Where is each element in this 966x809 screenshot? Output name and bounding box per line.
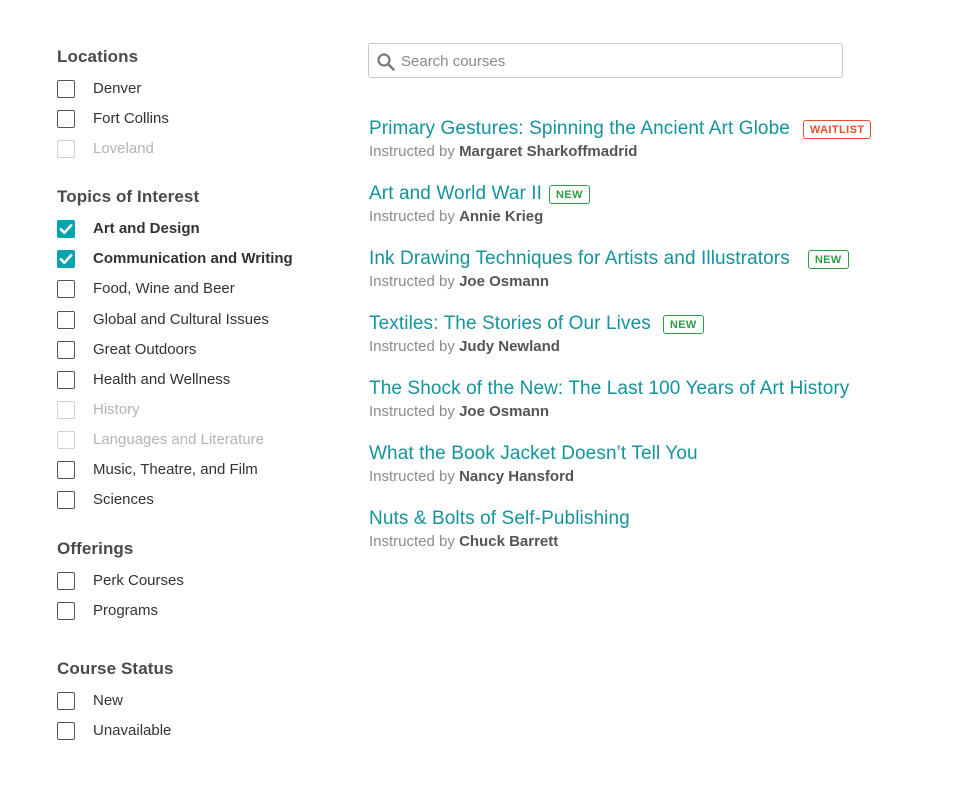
checkmark-icon [59,253,73,265]
instructed-by-label: Instructed by [369,533,455,550]
instructed-by-label: Instructed by [369,143,455,160]
instructed-by-label: Instructed by [369,403,455,420]
new-badge: NEW [807,249,849,269]
course-title-link[interactable]: Nuts & Bolts of Self-Publishing [369,508,630,530]
filter-topic-music-theatre-film[interactable]: Music, Theatre, and Film [57,459,258,481]
course-title-link[interactable]: The Shock of the New: The Last 100 Years… [369,378,849,400]
checkbox[interactable] [57,110,75,128]
checkbox-label: Global and Cultural Issues [93,311,269,328]
filter-topic-history[interactable]: History [57,399,140,421]
checkbox[interactable] [57,80,75,98]
course-item: What the Book Jacket Doesn’t Tell You In… [369,441,949,485]
filter-topic-languages-literature[interactable]: Languages and Literature [57,429,264,451]
locations-heading: Locations [57,47,139,66]
course-instructor: Instructed by Joe Osmann [369,403,949,420]
instructed-by-label: Instructed by [369,273,455,290]
checkbox[interactable] [57,250,75,268]
checkbox[interactable] [57,602,75,620]
course-item: Primary Gestures: Spinning the Ancient A… [369,116,949,160]
course-item: Ink Drawing Techniques for Artists and I… [369,246,949,290]
checkbox[interactable] [57,280,75,298]
course-title-link[interactable]: Ink Drawing Techniques for Artists and I… [369,248,790,270]
filter-offering-programs[interactable]: Programs [57,600,158,622]
instructor-name: Margaret Sharkoffmadrid [459,143,638,160]
course-instructor: Instructed by Chuck Barrett [369,533,949,550]
checkbox-label: Denver [93,80,142,97]
checkbox[interactable] [57,311,75,329]
checkbox[interactable] [57,572,75,590]
checkbox[interactable] [57,722,75,740]
checkbox-label: Unavailable [93,722,172,739]
checkbox[interactable] [57,431,75,449]
filter-topic-sciences[interactable]: Sciences [57,489,154,511]
instructed-by-label: Instructed by [369,468,455,485]
search-box [368,43,843,78]
filter-location-fort-collins[interactable]: Fort Collins [57,108,169,130]
filter-topic-global-cultural[interactable]: Global and Cultural Issues [57,309,269,331]
filter-status-unavailable[interactable]: Unavailable [57,720,171,742]
checkbox[interactable] [57,692,75,710]
checkbox-label: Perk Courses [93,572,184,589]
checkbox[interactable] [57,220,75,238]
filter-topic-communication-and-writing[interactable]: Communication and Writing [57,248,293,270]
offerings-heading: Offerings [57,539,134,558]
checkbox-label: Food, Wine and Beer [93,280,235,297]
course-instructor: Instructed by Nancy Hansford [369,468,949,485]
checkbox-label: Art and Design [93,220,200,237]
topics-heading: Topics of Interest [57,187,200,206]
checkbox-label: Great Outdoors [93,341,197,358]
checkbox[interactable] [57,371,75,389]
checkbox-label: Communication and Writing [93,250,293,267]
filter-topic-health-wellness[interactable]: Health and Wellness [57,369,230,391]
filter-topic-great-outdoors[interactable]: Great Outdoors [57,339,196,361]
course-status-heading: Course Status [57,659,174,678]
course-title-link[interactable]: Textiles: The Stories of Our Lives [369,313,651,335]
course-item: Nuts & Bolts of Self-Publishing Instruct… [369,506,949,550]
instructor-name: Judy Newland [459,338,560,355]
checkbox-label: Health and Wellness [93,371,231,388]
checkbox-label: Music, Theatre, and Film [93,461,258,478]
checkmark-icon [59,223,73,235]
checkbox[interactable] [57,461,75,479]
checkbox[interactable] [57,140,75,158]
search-icon [377,53,395,71]
checkbox[interactable] [57,491,75,509]
filter-topic-art-and-design[interactable]: Art and Design [57,218,200,240]
filter-status-new[interactable]: New [57,690,123,712]
filter-offering-perk-courses[interactable]: Perk Courses [57,570,184,592]
checkbox[interactable] [57,341,75,359]
filter-topic-food-wine-beer[interactable]: Food, Wine and Beer [57,278,235,300]
instructor-name: Joe Osmann [459,273,550,290]
instructor-name: Chuck Barrett [459,533,559,550]
course-instructor: Instructed by Joe Osmann [369,273,949,290]
checkbox[interactable] [57,401,75,419]
course-item: Art and World War II NEW Instructed by A… [369,181,949,225]
instructor-name: Annie Krieg [459,208,544,225]
checkbox-label: Programs [93,602,159,619]
course-instructor: Instructed by Margaret Sharkoffmadrid [369,143,949,160]
checkbox-label: History [93,401,140,418]
course-title-link[interactable]: Art and World War II [369,183,542,205]
checkbox-label: Fort Collins [93,110,169,127]
instructed-by-label: Instructed by [369,208,455,225]
course-item: Textiles: The Stories of Our Lives NEW I… [369,311,949,355]
course-item: The Shock of the New: The Last 100 Years… [369,376,949,420]
new-badge: NEW [549,184,590,204]
search-input[interactable] [401,50,831,72]
waitlist-badge: WAITLIST [802,119,872,139]
checkbox-label: Sciences [93,491,154,508]
instructed-by-label: Instructed by [369,338,455,355]
course-title-link[interactable]: Primary Gestures: Spinning the Ancient A… [369,118,790,140]
instructor-name: Nancy Hansford [459,468,575,485]
checkbox-label: Loveland [93,140,154,157]
new-badge: NEW [662,314,704,334]
filter-location-denver[interactable]: Denver [57,78,141,100]
course-instructor: Instructed by Annie Krieg [369,208,949,225]
instructor-name: Joe Osmann [459,403,550,420]
course-instructor: Instructed by Judy Newland [369,338,949,355]
course-title-link[interactable]: What the Book Jacket Doesn’t Tell You [369,443,698,465]
checkbox-label: Languages and Literature [93,431,264,448]
checkbox-label: New [93,692,124,709]
filter-location-loveland[interactable]: Loveland [57,138,154,160]
